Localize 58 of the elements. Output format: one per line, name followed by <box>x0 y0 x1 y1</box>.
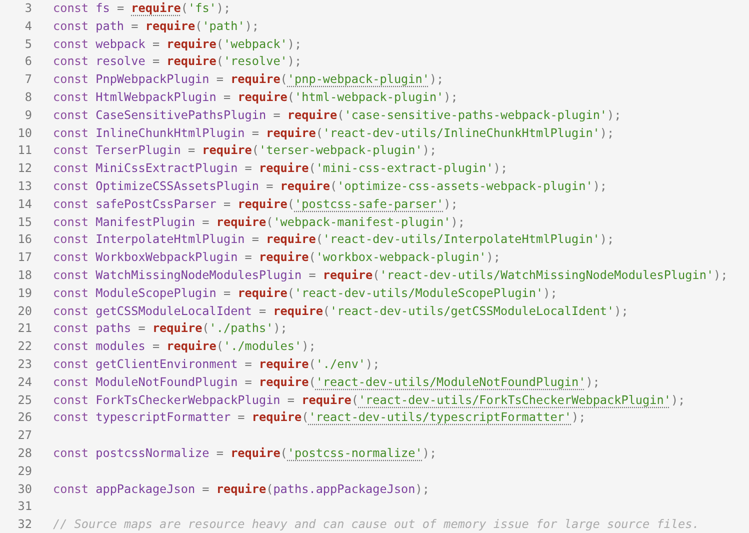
line-number: 18 <box>16 266 32 284</box>
code-line: const getCSSModuleLocalIdent = require('react-dev-utils/getCSSModuleLocalIdent'); <box>53 302 628 320</box>
line-number: 8 <box>24 88 32 106</box>
line-number: 21 <box>16 320 32 338</box>
line-number: 17 <box>16 249 32 266</box>
code-line: const WatchMissingNodeModulesPlugin = require('react-dev-utils/WatchMissingNodeModulesPlugin'); <box>53 266 728 284</box>
line-number: 15 <box>16 214 32 231</box>
code-line: const ForkTsCheckerWebpackPlugin = require('react-dev-utils/ForkTsCheckerWebpackPlugin'); <box>53 392 686 409</box>
code-line: const resolve = require('resolve'); <box>53 53 302 70</box>
code-line: const CaseSensitivePathsPlugin = require('case-sensitive-paths-webpack-plugin'); <box>53 106 622 124</box>
line-number: 23 <box>16 356 32 373</box>
line-number: 14 <box>16 196 32 213</box>
line-number: 19 <box>16 284 32 302</box>
line-number: 20 <box>16 302 32 320</box>
code-line: const modules = require('./modules'); <box>53 338 316 356</box>
code-line: const ModuleScopePlugin = require('react-dev-utils/ModuleScopePlugin'); <box>53 284 558 302</box>
line-number: 24 <box>16 374 32 391</box>
code-line: const fs = require('fs'); <box>53 0 231 17</box>
line-number: 31 <box>16 498 32 516</box>
line-number: 30 <box>16 480 32 498</box>
code-editor[interactable] <box>0 0 749 533</box>
line-number: 28 <box>16 444 32 462</box>
code-line: const MiniCssExtractPlugin = require('mini-css-extract-plugin'); <box>53 160 508 178</box>
line-number: 7 <box>24 71 32 88</box>
code-line: const path = require('path'); <box>53 18 260 35</box>
code-line: const HtmlWebpackPlugin = require('html-webpack-plugin'); <box>53 88 458 106</box>
line-number: 4 <box>24 18 32 35</box>
line-number: 25 <box>16 392 32 409</box>
code-line: const OptimizeCSSAssetsPlugin = require('optimize-css-assets-webpack-plugin'); <box>53 178 608 195</box>
code-line: const typescriptFormatter = require('react-dev-utils/typescriptFormatter'); <box>53 409 586 426</box>
line-number: 26 <box>16 409 32 426</box>
line-number: 6 <box>24 53 32 70</box>
code-line: const postcssNormalize = require('postcss-normalize'); <box>53 444 437 462</box>
line-number: 27 <box>16 427 32 444</box>
line-number: 13 <box>16 178 32 195</box>
code-line: const TerserPlugin = require('terser-webpack-plugin'); <box>53 142 437 160</box>
line-number: 22 <box>16 338 32 356</box>
code-line: const InterpolateHtmlPlugin = require('react-dev-utils/InterpolateHtmlPlugin'); <box>53 231 614 248</box>
code-line: const ModuleNotFoundPlugin = require('react-dev-utils/ModuleNotFoundPlugin'); <box>53 374 600 391</box>
line-number: 3 <box>24 0 32 17</box>
code-line: const PnpWebpackPlugin = require('pnp-webpack-plugin'); <box>53 71 444 88</box>
code-line: const paths = require('./paths'); <box>53 320 288 338</box>
line-number: 29 <box>16 462 32 480</box>
code-line: const safePostCssParser = require('postcss-safe-parser'); <box>53 196 458 213</box>
code-line: const ManifestPlugin = require('webpack-manifest-plugin'); <box>53 214 465 231</box>
code-line: // Source maps are resource heavy and can cause out of memory issue for large source files. <box>53 516 700 533</box>
line-number: 5 <box>24 36 32 53</box>
line-number: 10 <box>16 124 32 142</box>
line-number: 11 <box>16 142 32 160</box>
line-number: 16 <box>16 231 32 248</box>
line-number: 12 <box>16 160 32 178</box>
code-line: const InlineChunkHtmlPlugin = require('react-dev-utils/InlineChunkHtmlPlugin'); <box>53 124 614 142</box>
code-line: const webpack = require('webpack'); <box>53 36 302 53</box>
line-number: 9 <box>24 106 32 124</box>
code-line: const WorkboxWebpackPlugin = require('workbox-webpack-plugin'); <box>53 249 500 266</box>
code-line: const appPackageJson = require(paths.appPackageJson); <box>53 480 430 498</box>
code-line: const getClientEnvironment = require('./env'); <box>53 356 380 373</box>
line-number: 32 <box>16 516 32 533</box>
